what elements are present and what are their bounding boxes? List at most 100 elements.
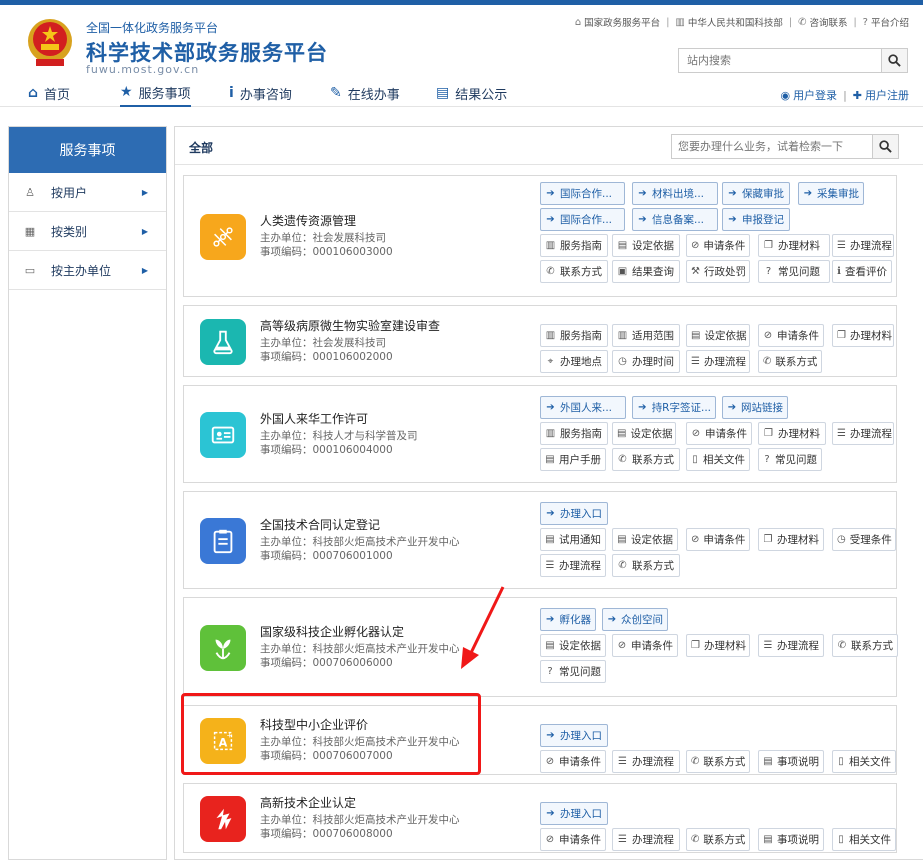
service-title[interactable]: 人类遗传资源管理 <box>260 212 393 229</box>
action-link[interactable]: ➔ 申报登记 <box>722 208 790 231</box>
action-process-flow[interactable]: ☰ 办理流程 <box>612 828 680 851</box>
sidebar-item-by-category[interactable]: ▦ 按类别 ▶ <box>9 212 166 251</box>
service-title[interactable]: 全国技术合同认定登记 <box>260 516 460 533</box>
nav-consult[interactable]: i 办事咨询 <box>229 79 292 107</box>
action-link[interactable]: ➔ 孵化器 <box>540 608 596 631</box>
top-link-contact[interactable]: 咨询联系 <box>809 15 847 29</box>
action-contact[interactable]: ✆ 联系方式 <box>612 554 680 577</box>
service-title[interactable]: 国家级科技企业孵化器认定 <box>260 623 460 640</box>
action-faq[interactable]: ? 常见问题 <box>540 660 606 683</box>
action-view-reviews[interactable]: ℹ 查看评价 <box>832 260 892 283</box>
action-legal-basis[interactable]: ▤ 设定依据 <box>686 324 750 347</box>
action-required-materials[interactable]: ❐ 办理材料 <box>832 324 894 347</box>
action-legal-basis[interactable]: ▤ 设定依据 <box>612 422 676 445</box>
action-service-guide[interactable]: ▥ 服务指南 <box>540 324 608 347</box>
action-faq[interactable]: ? 常见问题 <box>758 448 822 471</box>
action-contact[interactable]: ✆ 联系方式 <box>686 828 750 851</box>
action-related-files[interactable]: ▯ 相关文件 <box>832 750 896 773</box>
action-faq[interactable]: ? 常见问题 <box>758 260 830 283</box>
action-entry[interactable]: ➔ 办理入口 <box>540 724 608 747</box>
action-process-flow[interactable]: ☰ 办理流程 <box>540 554 606 577</box>
action-link[interactable]: ➔ 国际合作... <box>540 182 625 205</box>
action-user-manual[interactable]: ▤ 用户手册 <box>540 448 606 471</box>
login-link[interactable]: 用户登录 <box>793 87 837 103</box>
action-required-materials[interactable]: ❐ 办理材料 <box>758 422 826 445</box>
action-contact[interactable]: ✆ 联系方式 <box>832 634 898 657</box>
action-link[interactable]: ➔ 持R字签证... <box>632 396 716 419</box>
action-contact[interactable]: ✆ 联系方式 <box>758 350 822 373</box>
action-link[interactable]: ➔ 国际合作... <box>540 208 625 231</box>
action-application-conditions[interactable]: ⊘ 申请条件 <box>686 528 750 551</box>
action-process-flow[interactable]: ☰ 办理流程 <box>612 750 680 773</box>
action-application-conditions[interactable]: ⊘ 申请条件 <box>758 324 824 347</box>
nav-services[interactable]: ★ 服务事项 <box>120 79 191 107</box>
action-related-files[interactable]: ▯ 相关文件 <box>832 828 896 851</box>
category-crumb[interactable]: 全部 <box>189 139 213 156</box>
action-process-flow[interactable]: ☰ 办理流程 <box>758 634 824 657</box>
nav-home[interactable]: ⌂ 首页 <box>28 79 70 107</box>
action-location[interactable]: ⌖ 办理地点 <box>540 350 608 373</box>
action-contact[interactable]: ✆ 联系方式 <box>612 448 680 471</box>
process-flow-icon: ☰ <box>618 756 627 767</box>
action-trial-notice[interactable]: ▤ 试用通知 <box>540 528 606 551</box>
action-application-conditions[interactable]: ⊘ 申请条件 <box>686 234 750 257</box>
flask-icon[interactable] <box>200 319 246 365</box>
search-button[interactable] <box>881 49 907 72</box>
action-process-flow[interactable]: ☰ 办理流程 <box>832 234 894 257</box>
action-legal-basis[interactable]: ▤ 设定依据 <box>612 234 680 257</box>
action-legal-basis[interactable]: ▤ 设定依据 <box>540 634 606 657</box>
action-entry[interactable]: ➔ 办理入口 <box>540 502 608 525</box>
top-link-about[interactable]: 平台介绍 <box>871 15 909 29</box>
dna-icon[interactable] <box>200 214 246 260</box>
action-link[interactable]: ➔ 采集审批 <box>798 182 864 205</box>
action-link[interactable]: ➔ 材料出境... <box>632 182 718 205</box>
register-link[interactable]: 用户注册 <box>865 87 909 103</box>
nav-results[interactable]: ▤ 结果公示 <box>436 79 507 107</box>
action-related-files[interactable]: ▯ 相关文件 <box>686 448 750 471</box>
site-search-input[interactable] <box>679 49 881 72</box>
top-link-most[interactable]: 中华人民共和国科技部 <box>688 15 783 29</box>
action-link[interactable]: ➔ 保藏审批 <box>722 182 790 205</box>
sidebar-item-by-user[interactable]: ♙ 按用户 ▶ <box>9 173 166 212</box>
action-application-conditions[interactable]: ⊘ 申请条件 <box>540 828 606 851</box>
service-search-input[interactable] <box>672 135 872 158</box>
clipboard-icon[interactable] <box>200 518 246 564</box>
action-application-conditions[interactable]: ⊘ 申请条件 <box>612 634 678 657</box>
action-label: 办理入口 <box>560 508 602 520</box>
sidebar-item-by-dept[interactable]: ▭ 按主办单位 ▶ <box>9 251 166 290</box>
action-legal-basis[interactable]: ▤ 设定依据 <box>612 528 678 551</box>
service-title[interactable]: 高新技术企业认定 <box>260 794 460 811</box>
action-item-notes[interactable]: ▤ 事项说明 <box>758 828 824 851</box>
action-application-conditions[interactable]: ⊘ 申请条件 <box>686 422 752 445</box>
action-penalty[interactable]: ⚒ 行政处罚 <box>686 260 750 283</box>
action-required-materials[interactable]: ❐ 办理材料 <box>758 528 824 551</box>
service-title[interactable]: 高等级病原微生物实验室建设审查 <box>260 317 440 334</box>
top-link-national-platform[interactable]: 国家政务服务平台 <box>584 15 660 29</box>
action-office-hours[interactable]: ◷ 办理时间 <box>612 350 680 373</box>
action-item-notes[interactable]: ▤ 事项说明 <box>758 750 824 773</box>
action-result-query[interactable]: ▣ 结果查询 <box>612 260 680 283</box>
action-contact[interactable]: ✆ 联系方式 <box>686 750 750 773</box>
action-required-materials[interactable]: ❐ 办理材料 <box>686 634 750 657</box>
action-entry[interactable]: ➔ 办理入口 <box>540 802 608 825</box>
action-process-flow[interactable]: ☰ 办理流程 <box>832 422 894 445</box>
action-link[interactable]: ➔ 外国人来... <box>540 396 626 419</box>
action-acceptance-conditions[interactable]: ◷ 受理条件 <box>832 528 896 551</box>
search-button[interactable] <box>872 135 898 158</box>
action-link[interactable]: ➔ 众创空间 <box>602 608 668 631</box>
action-link[interactable]: ➔ 网站链接 <box>722 396 788 419</box>
nav-online[interactable]: ✎ 在线办事 <box>330 79 400 107</box>
service-title[interactable]: 外国人来华工作许可 <box>260 410 418 427</box>
action-application-conditions[interactable]: ⊘ 申请条件 <box>540 750 606 773</box>
id-card-icon[interactable] <box>200 412 246 458</box>
action-service-guide[interactable]: ▥ 服务指南 <box>540 234 608 257</box>
action-process-flow[interactable]: ☰ 办理流程 <box>686 350 750 373</box>
action-required-materials[interactable]: ❐ 办理材料 <box>758 234 830 257</box>
action-link[interactable]: ➔ 信息备案... <box>632 208 718 231</box>
sprout-icon[interactable] <box>200 625 246 671</box>
action-service-guide[interactable]: ▥ 服务指南 <box>540 422 608 445</box>
flame-icon[interactable] <box>200 796 246 842</box>
action-scope[interactable]: ▥ 适用范围 <box>612 324 680 347</box>
action-contact[interactable]: ✆ 联系方式 <box>540 260 608 283</box>
search-icon <box>879 140 892 153</box>
